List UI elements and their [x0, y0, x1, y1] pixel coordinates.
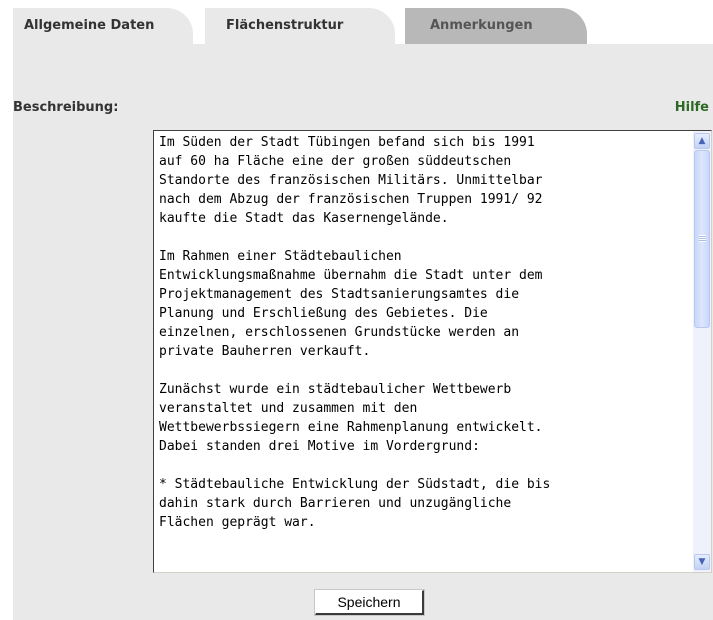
- description-line: Entwicklungsmaßnahme übernahm die Stadt …: [159, 268, 543, 283]
- description-line: * Städtebauliche Entwicklung der Südstad…: [159, 477, 551, 492]
- description-line: Zunächst wurde ein städtebaulicher Wettb…: [159, 382, 512, 397]
- description-line: auf 60 ha Fläche eine der großen süddeut…: [159, 154, 512, 169]
- description-line: Projektmanagement des Stadtsanierungsamt…: [159, 287, 520, 302]
- description-line: Planung und Erschließung des Gebietes. D…: [159, 306, 488, 321]
- description-line: private Bauherren verkauft.: [159, 344, 371, 359]
- description-line: Wettbewerbssiegern eine Rahmenplanung en…: [159, 420, 543, 435]
- description-line: [159, 228, 679, 247]
- textarea-scrollbar[interactable]: ▲ ▼: [693, 131, 711, 572]
- description-line: Dabei standen drei Motive im Vordergrund…: [159, 439, 480, 454]
- description-line: kaufte die Stadt das Kasernengelände.: [159, 211, 449, 226]
- chevron-up-icon[interactable]: ▲: [694, 133, 710, 149]
- scrollbar-thumb[interactable]: [694, 150, 710, 328]
- chevron-down-icon[interactable]: ▼: [694, 554, 710, 570]
- tab-allgemeine-daten[interactable]: Allgemeine Daten: [13, 8, 193, 44]
- description-line: [159, 456, 679, 475]
- description-line: Flächen geprägt war.: [159, 515, 316, 530]
- description-line: einzelnen, erschlossenen Grundstücke wer…: [159, 325, 520, 340]
- description-line: veranstaltet und zusammen mit den: [159, 401, 418, 416]
- description-text[interactable]: Im Süden der Stadt Tübingen befand sich …: [159, 133, 679, 532]
- description-line: Im Süden der Stadt Tübingen befand sich …: [159, 135, 535, 150]
- description-line: nach dem Abzug der französischen Truppen…: [159, 192, 543, 207]
- save-button[interactable]: Speichern: [314, 589, 425, 616]
- tab-bar: Allgemeine Daten Flächenstruktur Anmerku…: [0, 0, 713, 44]
- help-link[interactable]: Hilfe: [675, 100, 709, 116]
- description-line: [159, 361, 679, 380]
- description-line: Standorte des französischen Militärs. Un…: [159, 173, 543, 188]
- description-line: Im Rahmen einer Städtebaulichen: [159, 249, 402, 264]
- description-label: Beschreibung:: [13, 100, 119, 115]
- description-textarea[interactable]: Im Süden der Stadt Tübingen befand sich …: [153, 130, 712, 573]
- description-line: dahin stark durch Barrieren und unzugäng…: [159, 496, 512, 511]
- scrollbar-grip-icon: [699, 235, 706, 242]
- tab-anmerkungen[interactable]: Anmerkungen: [405, 8, 587, 44]
- tab-flaechenstruktur[interactable]: Flächenstruktur: [205, 8, 395, 44]
